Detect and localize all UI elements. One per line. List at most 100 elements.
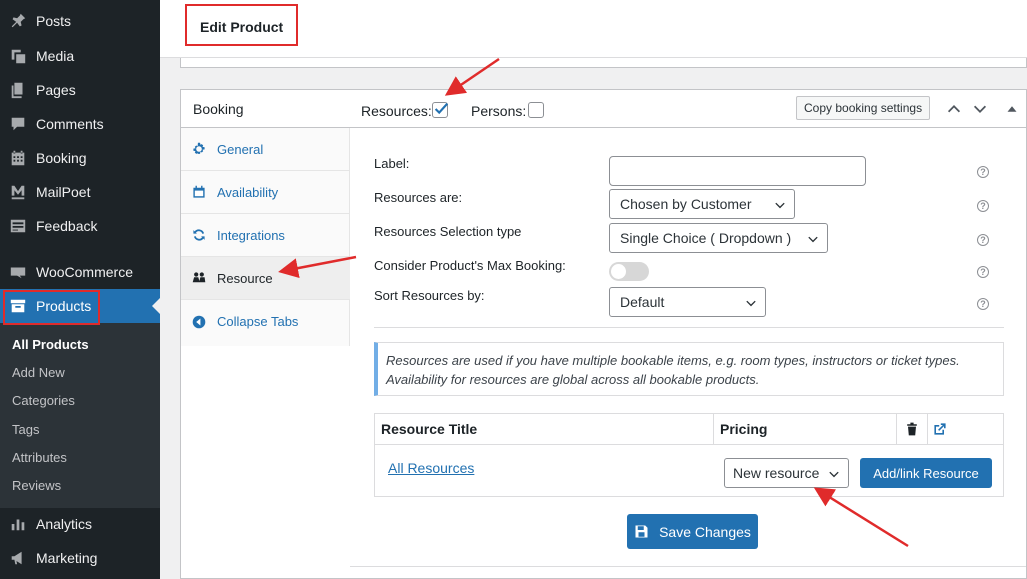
tab-availability[interactable]: Availability <box>181 171 350 214</box>
save-label: Save Changes <box>659 523 751 540</box>
comments-icon <box>0 115 36 133</box>
active-arrow <box>152 298 160 314</box>
menu-item-analytics[interactable]: Analytics <box>0 507 160 541</box>
column-resource-title: Resource Title <box>381 421 478 437</box>
resources-are-select[interactable]: Chosen by Customer <box>609 189 795 219</box>
tab-integrations[interactable]: Integrations <box>181 214 350 257</box>
menu-item-label: Pages <box>36 82 76 98</box>
megaphone-icon <box>0 549 36 567</box>
resources-checkbox[interactable] <box>432 102 449 118</box>
sort-resources-select[interactable]: Default <box>609 287 766 317</box>
resource-table-header: Resource Title Pricing <box>375 414 1003 445</box>
sort-resources-label: Sort Resources by: <box>374 288 485 303</box>
menu-item-label: Media <box>36 48 75 64</box>
copy-booking-settings-button[interactable]: Copy booking settings <box>796 96 931 120</box>
persons-checkbox[interactable] <box>528 102 544 118</box>
highlight-edit-product <box>185 4 298 46</box>
tab-label: General <box>217 141 264 157</box>
max-booking-toggle[interactable] <box>609 262 649 281</box>
submenu-tags[interactable]: Tags <box>12 422 39 437</box>
selection-type-label: Resources Selection type <box>374 224 522 239</box>
selection-type-select[interactable]: Single Choice ( Dropdown ) <box>609 223 828 253</box>
pin-icon <box>0 12 36 30</box>
gear-icon <box>181 142 217 156</box>
chevron-down-icon[interactable] <box>971 100 989 118</box>
booking-panel-title: Booking <box>193 101 244 117</box>
max-booking-label: Consider Product's Max Booking: <box>374 258 566 273</box>
submenu-add-new[interactable]: Add New <box>12 365 65 380</box>
help-icon: ? <box>977 200 989 212</box>
tab-general[interactable]: General <box>181 128 350 171</box>
menu-item-pages[interactable]: Pages <box>0 73 160 107</box>
menu-item-feedback[interactable]: Feedback <box>0 209 160 243</box>
tab-label: Availability <box>217 184 279 200</box>
menu-item-booking[interactable]: Booking <box>0 141 160 175</box>
booking-panel: Booking Resources: Persons: Copy booking… <box>180 89 1027 579</box>
mailpoet-icon <box>0 183 36 201</box>
toggle-knob <box>611 264 626 279</box>
submenu-reviews[interactable]: Reviews <box>12 478 61 493</box>
panel-strip <box>180 58 1027 68</box>
products-submenu: All Products Add New Categories Tags Att… <box>0 323 160 508</box>
menu-item-comments[interactable]: Comments <box>0 107 160 141</box>
resources-are-label: Resources are: <box>374 190 463 205</box>
submenu-attributes[interactable]: Attributes <box>12 450 67 465</box>
column-divider <box>713 414 714 445</box>
new-resource-select[interactable]: New resource <box>724 458 849 488</box>
chevron-up-icon[interactable] <box>945 100 963 118</box>
help-icon: ? <box>977 266 989 278</box>
divider <box>374 327 1004 328</box>
menu-item-posts[interactable]: Posts <box>0 4 160 38</box>
submenu-all-products[interactable]: All Products <box>12 337 89 352</box>
menu-item-mailpoet[interactable]: MailPoet <box>0 175 160 209</box>
menu-item-woocommerce[interactable]: WooCommerce <box>0 255 160 289</box>
menu-item-media[interactable]: Media <box>0 39 160 73</box>
booking-tabs: General Availability Integrations Resour… <box>181 128 350 346</box>
column-pricing: Pricing <box>720 421 768 437</box>
sync-icon <box>181 228 217 242</box>
woocommerce-icon <box>0 263 36 281</box>
checkmark-icon <box>434 102 449 115</box>
help-icon: ? <box>977 166 989 178</box>
column-divider <box>896 414 897 445</box>
label-input[interactable] <box>609 156 866 186</box>
external-link-icon[interactable] <box>932 421 948 437</box>
booking-panel-header: Booking Resources: Persons: Copy booking… <box>181 90 1026 128</box>
calendar-icon <box>0 149 36 167</box>
submenu-categories[interactable]: Categories <box>12 393 75 408</box>
select-value: Default <box>620 294 665 310</box>
resource-table: Resource Title Pricing All Resources New… <box>374 413 1004 497</box>
all-resources-link[interactable]: All Resources <box>388 460 474 476</box>
chevron-down-icon <box>746 300 756 307</box>
add-link-resource-button[interactable]: Add/link Resource <box>860 458 992 488</box>
save-icon <box>635 525 648 538</box>
collapse-toggle-icon[interactable] <box>1003 100 1021 118</box>
chevron-down-icon <box>808 236 818 243</box>
help-icon: ? <box>977 298 989 310</box>
menu-item-label: Analytics <box>36 516 93 532</box>
save-changes-button[interactable]: Save Changes <box>627 514 758 549</box>
tab-resource[interactable]: Resource <box>181 257 350 300</box>
pages-icon <box>0 81 36 99</box>
media-icon <box>0 47 36 65</box>
tab-collapse[interactable]: Collapse Tabs <box>181 300 350 343</box>
people-icon <box>181 271 217 285</box>
trash-icon[interactable] <box>904 421 920 437</box>
resources-notice: Resources are used if you have multiple … <box>374 342 1004 396</box>
chevron-down-icon <box>829 471 839 478</box>
collapse-icon <box>181 315 217 329</box>
highlight-products-menu <box>3 290 100 325</box>
calendar-icon <box>181 185 217 199</box>
menu-item-label: Feedback <box>36 218 98 234</box>
tab-label: Collapse Tabs <box>217 314 299 329</box>
select-value: Single Choice ( Dropdown ) <box>620 230 792 246</box>
menu-item-label: Comments <box>36 116 104 132</box>
menu-item-label: Booking <box>36 150 87 166</box>
tab-label: Resource <box>217 270 273 286</box>
menu-item-label: WooCommerce <box>36 264 133 280</box>
menu-item-label: MailPoet <box>36 184 91 200</box>
divider <box>350 566 1026 567</box>
menu-item-label: Posts <box>36 13 72 29</box>
menu-item-marketing[interactable]: Marketing <box>0 541 160 575</box>
bar-chart-icon <box>0 515 36 533</box>
